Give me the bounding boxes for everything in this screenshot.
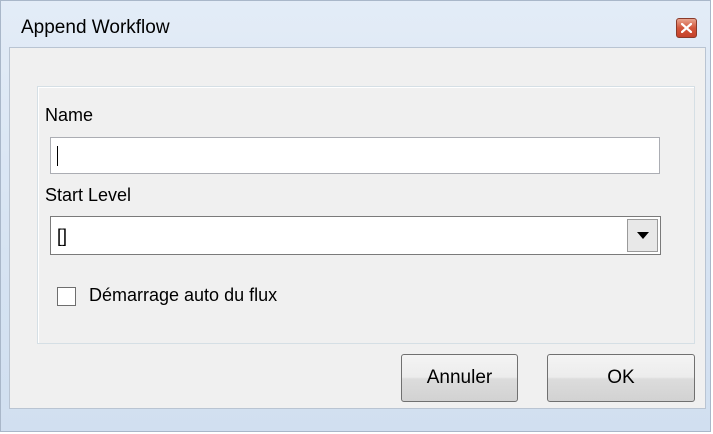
title-bar[interactable]: Append Workflow: [1, 1, 710, 47]
cancel-button[interactable]: Annuler: [401, 354, 518, 402]
window-title: Append Workflow: [21, 17, 170, 38]
start-level-value: []: [57, 226, 68, 246]
auto-start-checkbox[interactable]: [57, 287, 76, 306]
chevron-down-icon: [637, 232, 649, 239]
ok-button[interactable]: OK: [547, 354, 695, 402]
start-level-label: Start Level: [45, 185, 132, 205]
name-input[interactable]: [50, 137, 660, 174]
auto-start-label[interactable]: Démarrage auto du flux: [89, 285, 277, 306]
close-icon: [681, 23, 692, 33]
dropdown-button[interactable]: [627, 219, 658, 252]
name-label: Name: [45, 105, 94, 125]
start-level-select[interactable]: []: [50, 216, 661, 255]
text-caret: [57, 146, 58, 166]
close-button[interactable]: [676, 18, 697, 38]
